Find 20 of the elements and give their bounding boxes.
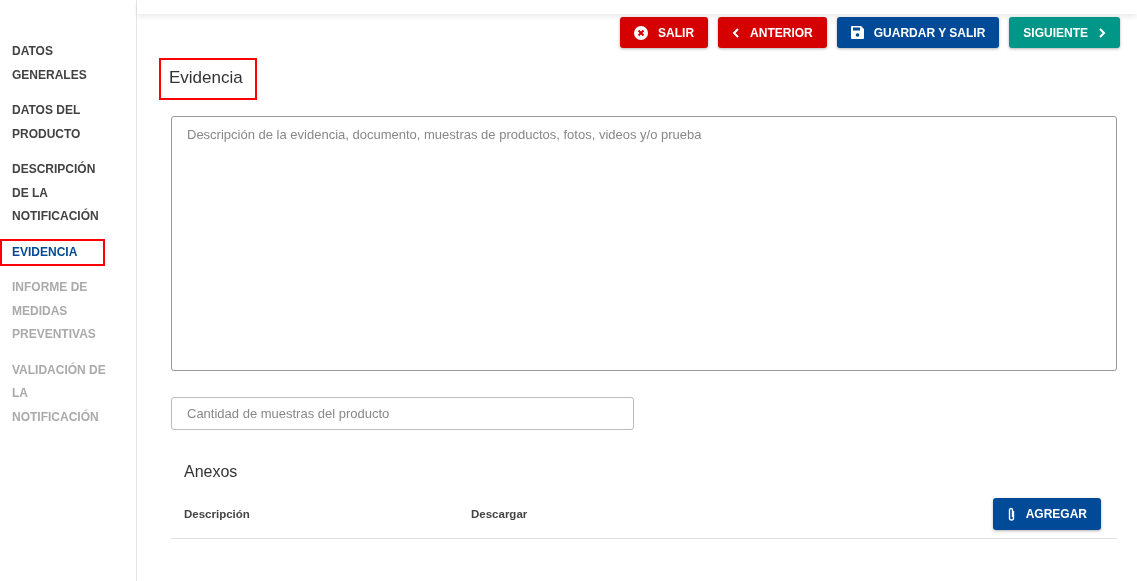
description-field[interactable]: Descripción de la evidencia, documento, muestras de productos, fotos, videos y/o prueba bbox=[171, 116, 1117, 372]
toolbar-button[interactable]: SALIR bbox=[620, 17, 709, 48]
attachments-title: Anexos bbox=[184, 462, 239, 483]
toolbar-button[interactable]: GUARDAR Y SALIR bbox=[836, 17, 1000, 48]
sidebar-item[interactable]: EVIDENCIA bbox=[0, 238, 106, 266]
paperclip-icon bbox=[1006, 506, 1016, 522]
close-icon bbox=[634, 25, 649, 40]
sidebar-item[interactable]: DESCRIPCIÓN DE LA NOTIFICACIÓN bbox=[0, 156, 136, 231]
toolbar-button[interactable]: SIGUIENTE bbox=[1009, 17, 1120, 48]
section-title: Evidencia bbox=[161, 60, 255, 99]
toolbar-button[interactable]: ANTERIOR bbox=[718, 17, 827, 48]
column-header: Descripción bbox=[184, 506, 251, 522]
sidebar-item[interactable]: DATOS GENERALES bbox=[0, 38, 136, 89]
add-button[interactable]: AGREGAR bbox=[992, 498, 1101, 531]
save-icon bbox=[850, 26, 864, 39]
chevron-left-icon bbox=[732, 27, 741, 38]
chevron-right-icon bbox=[1098, 27, 1106, 38]
sidebar-item[interactable]: DATOS DEL PRODUCTO bbox=[0, 97, 136, 148]
column-header: Descargar bbox=[471, 506, 529, 522]
quantity-field[interactable]: Cantidad de muestras del producto bbox=[171, 397, 634, 431]
